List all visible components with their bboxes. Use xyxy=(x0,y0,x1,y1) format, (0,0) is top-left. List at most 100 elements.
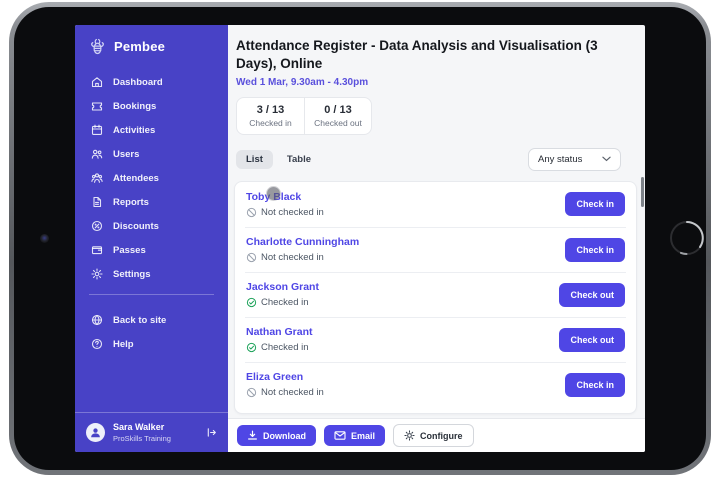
stat-checked-out: 0 / 13 Checked out xyxy=(304,97,371,134)
home-icon xyxy=(91,76,103,88)
stat-checked-out-value: 0 / 13 xyxy=(324,103,352,116)
download-button[interactable]: Download xyxy=(237,425,316,446)
email-label: Email xyxy=(351,430,376,441)
scrollbar-thumb[interactable] xyxy=(641,177,644,207)
tab-table[interactable]: Table xyxy=(277,150,321,169)
sidebar-item-dashboard[interactable]: Dashboard xyxy=(75,70,228,94)
sidebar-item-users[interactable]: Users xyxy=(75,142,228,166)
sidebar-item-bookings[interactable]: Bookings xyxy=(75,94,228,118)
attendee-status: Not checked in xyxy=(246,252,359,263)
user-org: ProSkills Training xyxy=(113,433,171,443)
globe-icon xyxy=(91,314,103,326)
check-in-button[interactable]: Check in xyxy=(565,237,625,262)
sidebar: Pembee Dashboard Bookings Activities Users A… xyxy=(75,25,228,452)
attendee-name-link[interactable]: Toby Black xyxy=(246,191,324,203)
sidebar-item-label: Back to site xyxy=(113,314,167,326)
stat-checked-in-label: Checked in xyxy=(249,117,292,128)
slash-circle-icon xyxy=(246,207,257,218)
brand: Pembee xyxy=(75,25,228,65)
status-filter-value: Any status xyxy=(538,153,583,165)
sidebar-item-settings[interactable]: Settings xyxy=(75,262,228,286)
check-in-button[interactable]: Check in xyxy=(565,192,625,217)
user-panel: Sara Walker ProSkills Training xyxy=(75,412,228,452)
sidebar-item-label: Help xyxy=(113,338,134,350)
sidebar-item-discounts[interactable]: Discounts xyxy=(75,214,228,238)
sidebar-item-label: Activities xyxy=(113,124,156,136)
wallet-icon xyxy=(91,244,103,256)
sidebar-item-help[interactable]: Help xyxy=(75,332,228,356)
attendee-name-link[interactable]: Eliza Green xyxy=(246,371,324,383)
sidebar-item-label: Reports xyxy=(113,196,149,208)
attendee-name-link[interactable]: Charlotte Cunningham xyxy=(246,236,359,248)
sidebar-item-label: Attendees xyxy=(113,172,159,184)
main-panel: Attendance Register - Data Analysis and … xyxy=(228,25,645,452)
attendee-name-link[interactable]: Jackson Grant xyxy=(246,281,319,293)
attendee-status-label: Not checked in xyxy=(261,252,324,264)
check-out-button[interactable]: Check out xyxy=(559,282,625,307)
sidebar-item-label: Users xyxy=(113,148,140,160)
slash-circle-icon xyxy=(246,252,257,263)
chevron-down-icon xyxy=(602,156,611,162)
check-in-button[interactable]: Check in xyxy=(565,372,625,397)
attendee-row: Eliza Green Not checked in Check in xyxy=(245,361,626,407)
attendee-status: Not checked in xyxy=(246,387,324,398)
attendee-row: Toby Black Not checked in Check in xyxy=(245,182,626,227)
stat-checked-in: 3 / 13 Checked in xyxy=(237,98,304,134)
logout-icon[interactable] xyxy=(206,427,217,438)
sidebar-item-activities[interactable]: Activities xyxy=(75,118,228,142)
attendee-list: Toby Black Not checked in Check in Charlott… xyxy=(234,180,637,414)
ticket-icon xyxy=(91,100,103,112)
tab-list[interactable]: List xyxy=(236,149,273,169)
attendee-status-label: Checked in xyxy=(261,342,309,354)
status-filter-select[interactable]: Any status xyxy=(528,147,621,171)
configure-button[interactable]: Configure xyxy=(393,424,474,447)
view-tabs: List Table Any status xyxy=(236,147,629,171)
configure-label: Configure xyxy=(420,430,463,441)
check-circle-icon xyxy=(246,297,257,308)
document-icon xyxy=(91,196,103,208)
email-icon xyxy=(334,430,346,441)
attendee-row: Nathan Grant Checked in Check out xyxy=(245,316,626,362)
attendee-row: Jackson Grant Checked in Check out xyxy=(245,271,626,317)
sidebar-item-label: Settings xyxy=(113,268,151,280)
user-name: Sara Walker xyxy=(113,422,165,433)
camera-icon xyxy=(40,234,49,243)
home-button[interactable] xyxy=(668,219,706,257)
users-icon xyxy=(91,148,103,160)
attendee-status-label: Not checked in xyxy=(261,206,324,218)
bee-icon xyxy=(88,37,107,56)
sidebar-item-reports[interactable]: Reports xyxy=(75,190,228,214)
avatar xyxy=(86,423,105,443)
brand-name: Pembee xyxy=(114,39,166,54)
attendee-status: Not checked in xyxy=(246,207,324,218)
sidebar-secondary-nav: Back to site Help xyxy=(75,303,228,356)
download-label: Download xyxy=(263,430,306,441)
attendee-status: Checked in xyxy=(246,297,319,308)
gear-icon xyxy=(91,268,103,280)
check-circle-icon xyxy=(246,342,257,353)
gear-icon xyxy=(404,430,415,441)
attendee-status: Checked in xyxy=(246,342,313,353)
sidebar-item-back-to-site[interactable]: Back to site xyxy=(75,308,228,332)
stats-card: 3 / 13 Checked in 0 / 13 Checked out xyxy=(236,96,372,135)
attendee-name-link[interactable]: Nathan Grant xyxy=(246,326,313,338)
sidebar-nav: Dashboard Bookings Activities Users Attendee… xyxy=(75,65,228,286)
slash-circle-icon xyxy=(246,387,257,398)
email-button[interactable]: Email xyxy=(324,425,386,446)
page-title: Attendance Register - Data Analysis and … xyxy=(236,38,598,71)
sidebar-item-passes[interactable]: Passes xyxy=(75,238,228,262)
attendee-status-label: Checked in xyxy=(261,297,309,309)
footer-toolbar: Download Email Configure xyxy=(228,418,645,452)
check-out-button[interactable]: Check out xyxy=(559,327,625,352)
discount-icon xyxy=(91,220,103,232)
sidebar-item-label: Dashboard xyxy=(113,76,163,88)
sidebar-item-label: Bookings xyxy=(113,100,157,112)
screen: Pembee Dashboard Bookings Activities Users A… xyxy=(75,25,645,452)
attendee-row: Charlotte Cunningham Not checked in Check … xyxy=(245,226,626,272)
download-icon xyxy=(247,430,258,441)
help-icon xyxy=(91,338,103,350)
stat-checked-out-label: Checked out xyxy=(314,117,362,128)
stat-checked-in-value: 3 / 13 xyxy=(256,103,285,116)
sidebar-item-attendees[interactable]: Attendees xyxy=(75,166,228,190)
calendar-icon xyxy=(91,124,103,136)
